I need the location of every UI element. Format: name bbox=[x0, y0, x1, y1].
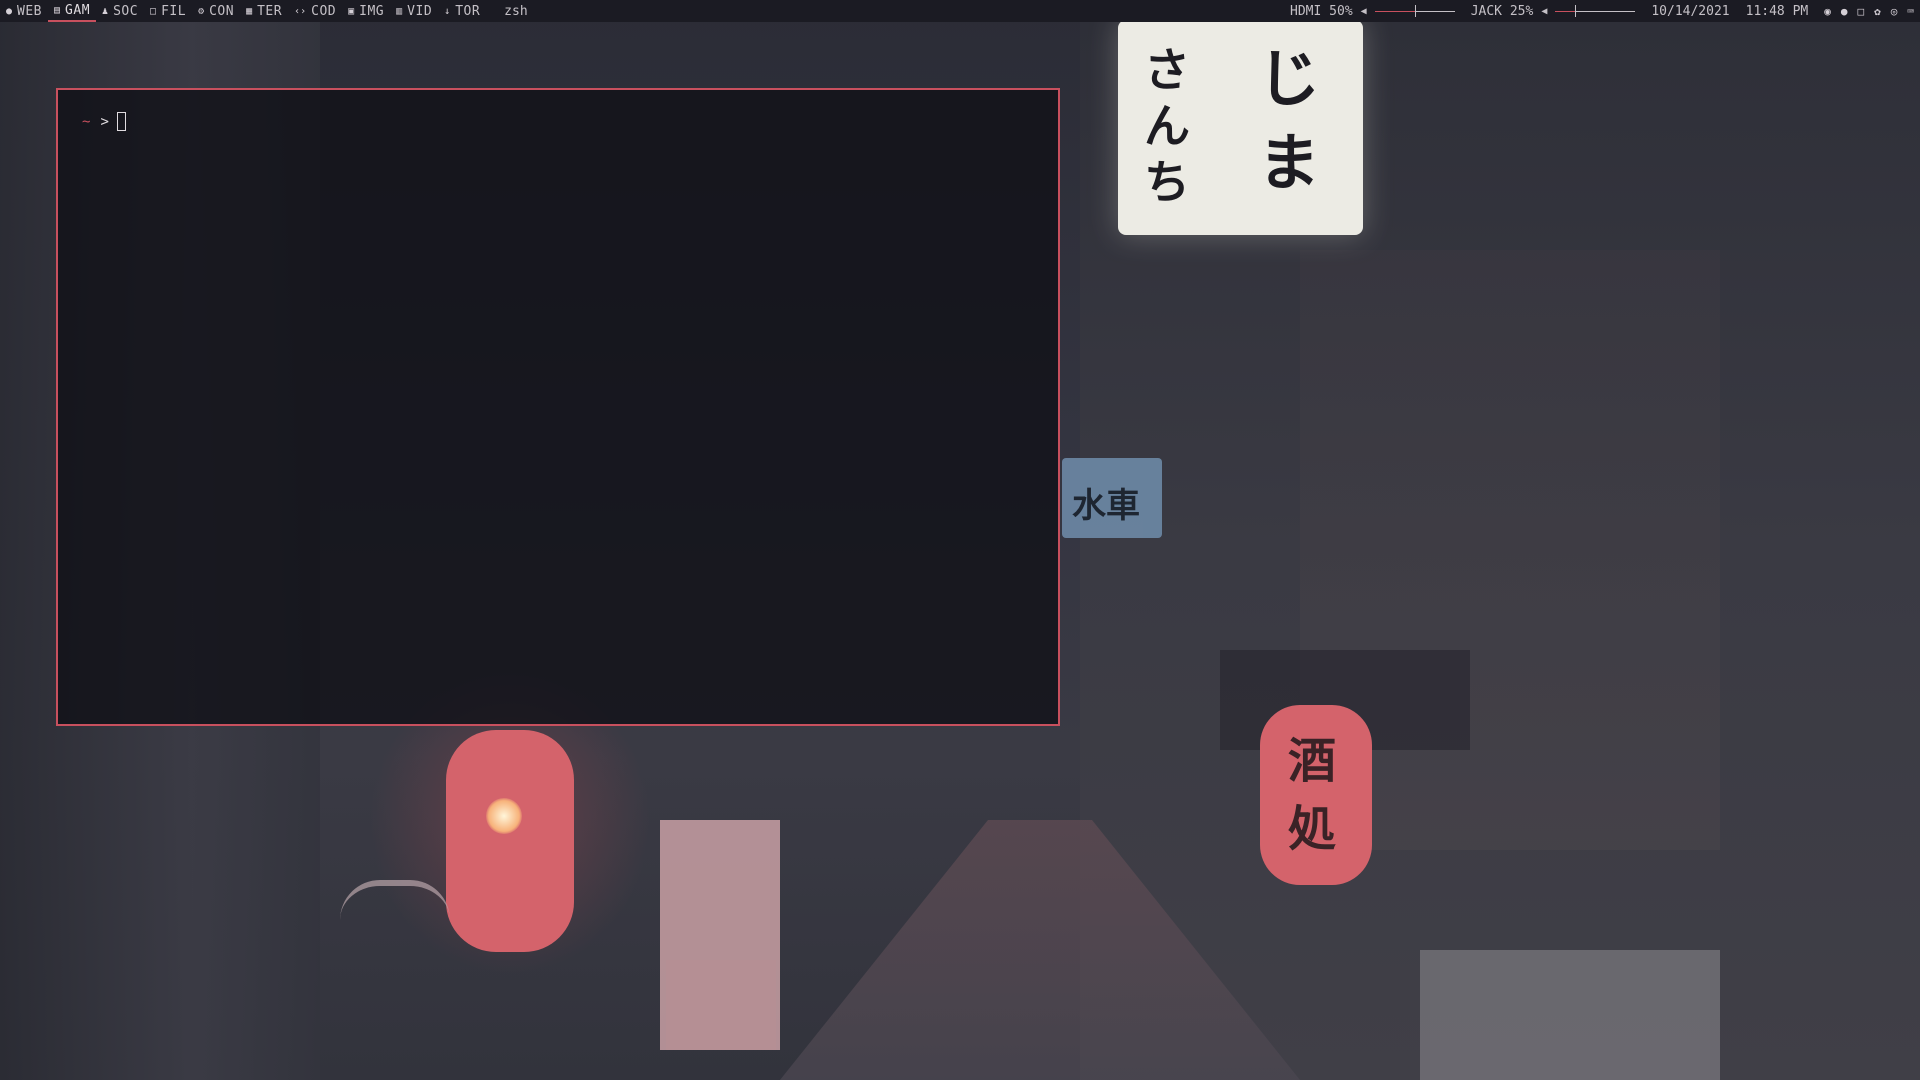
keyboard-icon[interactable]: ⌨ bbox=[1907, 5, 1914, 18]
volume-jack[interactable]: JACK 25% ◀ bbox=[1471, 4, 1636, 19]
workspace-label: WEB bbox=[17, 3, 43, 19]
shell-prompt[interactable]: ~ > bbox=[82, 112, 126, 131]
volume-jack-label: JACK 25% bbox=[1470, 3, 1534, 19]
discord-icon[interactable]: ● bbox=[1841, 5, 1848, 18]
wallpaper-lantern-left bbox=[446, 730, 574, 952]
status-right: HDMI 50% ◀ JACK 25% ◀ 10/14/2021 11:48 P… bbox=[1290, 4, 1920, 19]
window-icon[interactable]: □ bbox=[1858, 5, 1865, 18]
clock-label: 11:48 PM bbox=[1745, 3, 1809, 19]
terminal-window[interactable]: ~ > bbox=[56, 88, 1060, 726]
status-bar: ● WEB ▤ GAM ♟ SOC □ FIL ⚙ CON ▦ TER ‹› COD ▣ IMG ▥ VID ↓ TO… bbox=[0, 0, 1920, 22]
flame-icon[interactable]: ✿ bbox=[1874, 5, 1881, 18]
wallpaper-pipes bbox=[340, 880, 450, 946]
workspace-label: TOR bbox=[455, 3, 481, 19]
prompt-directory: ~ bbox=[82, 113, 91, 130]
gamepad-icon: ▤ bbox=[54, 4, 61, 16]
workspace-con[interactable]: ⚙ CON bbox=[192, 0, 240, 22]
image-icon: ▣ bbox=[348, 5, 355, 17]
folder-icon: □ bbox=[150, 5, 157, 17]
workspace-label: TER bbox=[257, 3, 283, 19]
download-icon: ↓ bbox=[444, 5, 451, 17]
speaker-icon: ◀ bbox=[1541, 5, 1548, 17]
workspace-label: GAM bbox=[65, 2, 91, 18]
workspace-web[interactable]: ● WEB bbox=[0, 0, 48, 22]
app-icon[interactable]: ◎ bbox=[1891, 5, 1898, 18]
volume-jack-slider[interactable] bbox=[1555, 5, 1636, 17]
workspace-tor[interactable]: ↓ TOR bbox=[438, 0, 486, 22]
volume-hdmi[interactable]: HDMI 50% ◀ bbox=[1290, 4, 1455, 19]
workspace-label: CON bbox=[209, 3, 235, 19]
workspace-label: FIL bbox=[161, 3, 187, 19]
code-icon: ‹› bbox=[294, 5, 307, 17]
workspace-label: SOC bbox=[113, 3, 139, 19]
workspace-vid[interactable]: ▥ VID bbox=[390, 0, 438, 22]
wallpaper-blue-sign: 水車 bbox=[1062, 458, 1162, 538]
focused-window-title: zsh bbox=[504, 3, 528, 19]
workspace-img[interactable]: ▣ IMG bbox=[342, 0, 390, 22]
steam-icon[interactable]: ◉ bbox=[1824, 5, 1831, 18]
date-label: 10/14/2021 bbox=[1651, 3, 1730, 19]
speaker-icon: ◀ bbox=[1360, 5, 1367, 17]
wallpaper-boxes-lower bbox=[666, 960, 776, 1050]
prompt-symbol: > bbox=[100, 113, 109, 130]
workspace-gam[interactable]: ▤ GAM bbox=[48, 0, 97, 22]
users-icon: ♟ bbox=[102, 5, 109, 17]
wallpaper-crate bbox=[1420, 950, 1720, 1080]
globe-icon: ● bbox=[6, 5, 13, 17]
wallpaper-lantern-right: 酒処 bbox=[1260, 705, 1372, 885]
workspace-soc[interactable]: ♟ SOC bbox=[96, 0, 144, 22]
workspace-cod[interactable]: ‹› COD bbox=[288, 0, 342, 22]
workspace-list: ● WEB ▤ GAM ♟ SOC □ FIL ⚙ CON ▦ TER ‹› COD ▣ IMG ▥ VID ↓ TO… bbox=[0, 0, 486, 22]
system-tray: ◉ ● □ ✿ ◎ ⌨ bbox=[1824, 5, 1914, 18]
text-cursor bbox=[116, 112, 126, 131]
gear-icon: ⚙ bbox=[198, 5, 205, 17]
workspace-label: VID bbox=[407, 3, 433, 19]
wallpaper-shop-sign: じ ま さ ん ち bbox=[1118, 20, 1363, 235]
workspace-ter[interactable]: ▦ TER bbox=[240, 0, 288, 22]
workspace-label: COD bbox=[311, 3, 337, 19]
workspace-label: IMG bbox=[359, 3, 385, 19]
volume-hdmi-slider[interactable] bbox=[1374, 5, 1455, 17]
volume-hdmi-label: HDMI 50% bbox=[1290, 3, 1353, 19]
workspace-fil[interactable]: □ FIL bbox=[144, 0, 192, 22]
keyboard-icon: ▦ bbox=[246, 5, 253, 17]
film-icon: ▥ bbox=[396, 5, 403, 17]
